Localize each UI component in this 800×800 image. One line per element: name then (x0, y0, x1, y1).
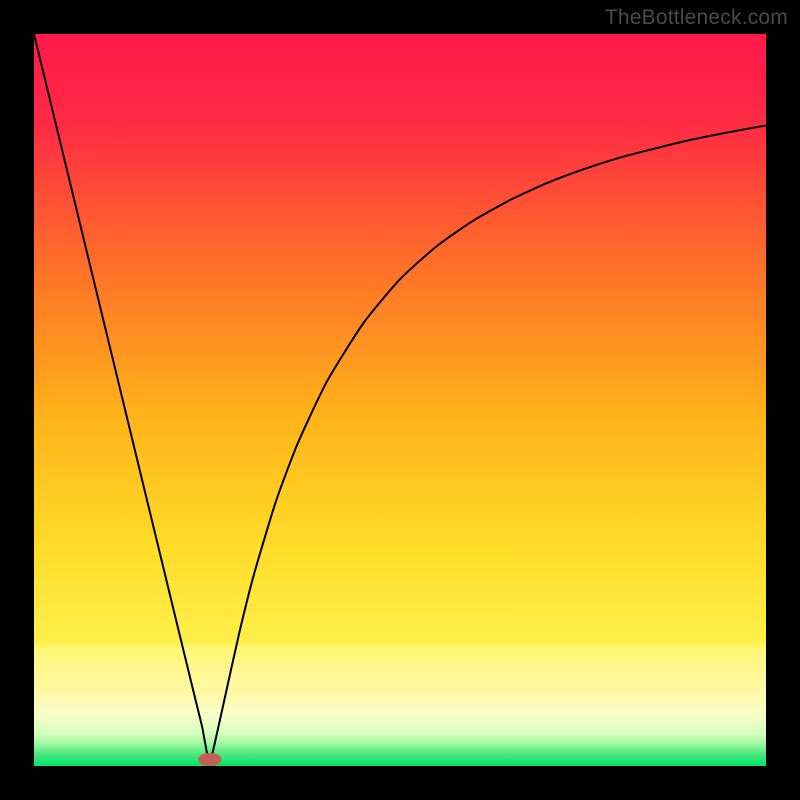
watermark-text: TheBottleneck.com (605, 6, 788, 30)
minimum-marker (198, 753, 221, 766)
chart-frame: TheBottleneck.com (0, 0, 800, 800)
bottleneck-plot (34, 34, 766, 766)
gradient-background (34, 34, 766, 766)
